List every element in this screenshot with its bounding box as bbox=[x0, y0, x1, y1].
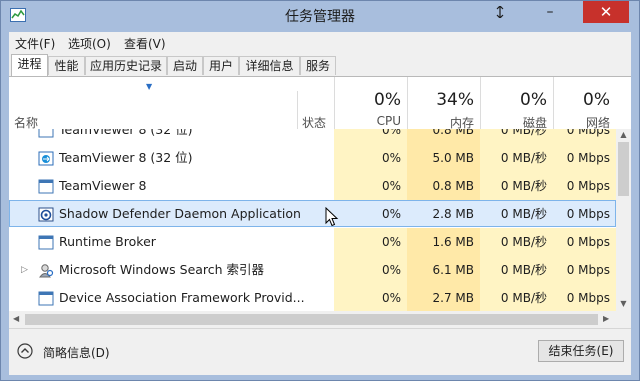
app-window-icon bbox=[38, 179, 54, 194]
memory-total-percent: 34% bbox=[436, 90, 474, 110]
disk-cell: 0 MB/秒 bbox=[500, 207, 547, 221]
close-button[interactable]: ✕ bbox=[583, 1, 629, 23]
memory-cell: 6.1 MB bbox=[407, 256, 480, 284]
end-task-button[interactable]: 结束任务(E) bbox=[538, 340, 624, 362]
disk-cell: 0 MB/秒 bbox=[480, 129, 553, 144]
cpu-cell: 0% bbox=[334, 172, 407, 200]
column-header-disk[interactable]: 0% 磁盘 bbox=[480, 77, 553, 130]
horizontal-scrollbar[interactable]: ◀ ▶ bbox=[9, 311, 631, 328]
cpu-cell: 0% bbox=[334, 284, 407, 311]
cpu-cell: 0% bbox=[381, 207, 401, 221]
network-cell: 0 Mbps bbox=[566, 207, 610, 221]
disk-cell: 0 MB/秒 bbox=[480, 284, 553, 311]
scroll-down-arrow-icon[interactable]: ▼ bbox=[616, 299, 631, 308]
scroll-up-arrow-icon[interactable]: ▲ bbox=[616, 130, 631, 139]
disk-cell: 0 MB/秒 bbox=[480, 144, 553, 172]
network-total-percent: 0% bbox=[583, 90, 610, 110]
tab-startup[interactable]: 启动 bbox=[167, 56, 203, 75]
tab-processes[interactable]: 进程 bbox=[11, 54, 48, 76]
cpu-cell: 0% bbox=[334, 144, 407, 172]
menu-options[interactable]: 选项(O) bbox=[68, 35, 111, 52]
table-row-selected[interactable]: 0% 2.8 MB 0 MB/秒 0 Mbps Shadow Defender … bbox=[9, 200, 616, 228]
fewer-details-link[interactable]: 简略信息(D) bbox=[43, 344, 110, 361]
disk-cell: 0 MB/秒 bbox=[480, 256, 553, 284]
network-cell: 0 Mbps bbox=[553, 284, 616, 311]
vertical-scroll-thumb[interactable] bbox=[618, 142, 629, 196]
teamviewer-icon bbox=[38, 151, 54, 166]
restore-icon bbox=[496, 5, 504, 19]
table-row[interactable]: 0% 0.8 MB 0 MB/秒 0 Mbps TeamViewer 8 (32… bbox=[9, 129, 616, 144]
tab-app-history[interactable]: 应用历史记录 bbox=[85, 56, 167, 75]
network-cell: 0 Mbps bbox=[553, 172, 616, 200]
sort-indicator-icon: ▼ bbox=[146, 82, 153, 91]
restore-button[interactable] bbox=[487, 1, 513, 23]
process-list-panel: ▼ 名称 状态 0% CPU 34% 内存 0% 磁盘 0% 网络 0% 0.8… bbox=[9, 77, 631, 328]
tab-users[interactable]: 用户 bbox=[203, 56, 239, 75]
app-window-icon bbox=[38, 291, 54, 306]
tab-details[interactable]: 详细信息 bbox=[239, 56, 300, 75]
memory-cell: 1.6 MB bbox=[407, 228, 480, 256]
tab-services[interactable]: 服务 bbox=[300, 56, 336, 75]
process-name: TeamViewer 8 (32 位) bbox=[59, 150, 193, 165]
app-window-icon bbox=[38, 129, 54, 138]
task-manager-window: 任务管理器 – ✕ 文件(F) 选项(O) 查看(V) 进程 性能 应用历史记录… bbox=[0, 0, 640, 381]
cpu-total-percent: 0% bbox=[374, 90, 401, 110]
column-header-network[interactable]: 0% 网络 bbox=[553, 77, 616, 130]
scroll-right-arrow-icon[interactable]: ▶ bbox=[603, 314, 609, 323]
menu-view[interactable]: 查看(V) bbox=[124, 35, 166, 52]
tab-strip: 进程 性能 应用历史记录 启动 用户 详细信息 服务 bbox=[9, 54, 631, 77]
memory-cell: 5.0 MB bbox=[407, 144, 480, 172]
memory-cell: 0.8 MB bbox=[407, 129, 480, 144]
table-row[interactable]: 0% 6.1 MB 0 MB/秒 0 Mbps ▷ Microsoft Wind… bbox=[9, 256, 616, 284]
title-bar[interactable]: 任务管理器 – ✕ bbox=[1, 1, 639, 31]
disk-cell: 0 MB/秒 bbox=[480, 228, 553, 256]
memory-cell: 2.7 MB bbox=[407, 284, 480, 311]
process-name: TeamViewer 8 (32 位) bbox=[59, 129, 193, 137]
vertical-scrollbar[interactable]: ▲ ▼ bbox=[616, 129, 631, 311]
collapse-chevron-icon[interactable] bbox=[17, 343, 33, 359]
process-name: Microsoft Windows Search 索引器 bbox=[59, 262, 265, 277]
memory-cell: 0.8 MB bbox=[407, 172, 480, 200]
table-row[interactable]: 0% 1.6 MB 0 MB/秒 0 Mbps Runtime Broker bbox=[9, 228, 616, 256]
search-indexer-icon bbox=[39, 264, 54, 278]
header-divider bbox=[297, 91, 298, 129]
horizontal-scroll-thumb[interactable] bbox=[25, 314, 598, 325]
cpu-cell: 0% bbox=[334, 129, 407, 144]
network-cell: 0 Mbps bbox=[553, 129, 616, 144]
process-name: Device Association Framework Provid... bbox=[59, 290, 305, 305]
network-cell: 0 Mbps bbox=[553, 256, 616, 284]
column-header-cpu[interactable]: 0% CPU bbox=[334, 77, 407, 129]
close-icon: ✕ bbox=[599, 3, 613, 21]
app-window-icon bbox=[38, 235, 54, 250]
client-area: 文件(F) 选项(O) 查看(V) 进程 性能 应用历史记录 启动 用户 详细信… bbox=[9, 32, 631, 375]
network-cell: 0 Mbps bbox=[553, 228, 616, 256]
process-name: Shadow Defender Daemon Application bbox=[59, 206, 301, 221]
menu-bar: 文件(F) 选项(O) 查看(V) bbox=[9, 32, 631, 54]
memory-cell: 2.8 MB bbox=[432, 207, 474, 221]
minimize-icon: – bbox=[546, 4, 554, 20]
disk-total-percent: 0% bbox=[520, 90, 547, 110]
mouse-cursor-icon bbox=[325, 207, 339, 227]
process-rows: 0% 0.8 MB 0 MB/秒 0 Mbps TeamViewer 8 (32… bbox=[9, 129, 616, 311]
minimize-button[interactable]: – bbox=[537, 1, 563, 23]
menu-file[interactable]: 文件(F) bbox=[15, 35, 55, 52]
table-row[interactable]: 0% 0.8 MB 0 MB/秒 0 Mbps TeamViewer 8 bbox=[9, 172, 616, 200]
column-header-row: ▼ 名称 状态 0% CPU 34% 内存 0% 磁盘 0% 网络 bbox=[9, 77, 631, 130]
process-name: Runtime Broker bbox=[59, 234, 156, 249]
cpu-cell: 0% bbox=[334, 228, 407, 256]
expand-arrow-icon[interactable]: ▷ bbox=[21, 265, 28, 275]
shadow-defender-icon bbox=[38, 207, 54, 222]
scroll-left-arrow-icon[interactable]: ◀ bbox=[13, 314, 19, 323]
disk-cell: 0 MB/秒 bbox=[480, 172, 553, 200]
cpu-label: CPU bbox=[376, 114, 401, 128]
column-header-memory[interactable]: 34% 内存 bbox=[407, 77, 480, 130]
footer-bar: 简略信息(D) 结束任务(E) bbox=[9, 328, 631, 375]
table-row[interactable]: 0% 5.0 MB 0 MB/秒 0 Mbps TeamViewer 8 (32… bbox=[9, 144, 616, 172]
process-name: TeamViewer 8 bbox=[59, 178, 147, 193]
cpu-cell: 0% bbox=[334, 256, 407, 284]
table-row[interactable]: 0% 2.7 MB 0 MB/秒 0 Mbps Device Associati… bbox=[9, 284, 616, 311]
network-cell: 0 Mbps bbox=[553, 144, 616, 172]
tab-performance[interactable]: 性能 bbox=[48, 56, 85, 75]
